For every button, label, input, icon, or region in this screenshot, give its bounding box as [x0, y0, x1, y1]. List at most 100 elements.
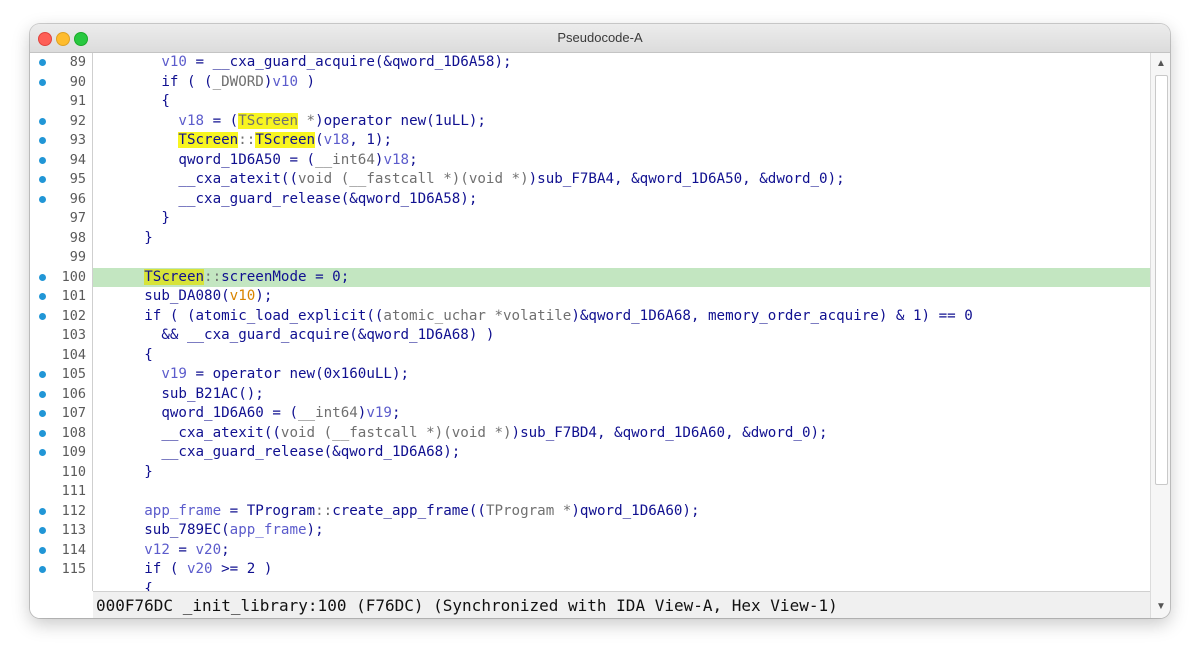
gutter-line[interactable]: 89 [30, 53, 92, 73]
code-token[interactable]: __int64 [298, 405, 358, 421]
code-token[interactable]: v19 [366, 405, 392, 421]
code-token[interactable]: ( [315, 132, 324, 148]
gutter-line[interactable]: 104 [30, 346, 92, 366]
gutter-line[interactable]: 96 [30, 190, 92, 210]
code-token[interactable] [93, 366, 161, 382]
code-token[interactable]: __cxa_atexit(( [93, 425, 281, 441]
gutter-line[interactable]: 103 [30, 326, 92, 346]
gutter-line[interactable]: 98 [30, 229, 92, 249]
code-line[interactable]: if ( (atomic_load_explicit((atomic_uchar… [93, 307, 1150, 327]
code-line[interactable]: { [93, 580, 1150, 592]
breakpoint-dot-icon[interactable] [39, 449, 46, 456]
gutter-line[interactable]: 94 [30, 151, 92, 171]
code-line[interactable]: } [93, 229, 1150, 249]
code-token[interactable]: , 1); [349, 132, 392, 148]
breakpoint-dot-icon[interactable] [39, 312, 46, 320]
breakpoint-dot-icon[interactable] [39, 390, 46, 398]
vertical-scrollbar[interactable]: ▲ ▼ [1150, 53, 1170, 618]
pseudocode-editor[interactable]: v10 = __cxa_guard_acquire(&qword_1D6A58)… [93, 53, 1150, 591]
gutter-line[interactable]: 105 [30, 365, 92, 385]
code-token[interactable]: v18 [178, 113, 204, 129]
code-token[interactable]: app_frame [144, 503, 221, 519]
code-token[interactable]: = __cxa_guard_acquire(&qword_1D6A58); [187, 54, 512, 70]
code-token[interactable] [93, 542, 144, 558]
code-token[interactable]: } [93, 230, 153, 246]
code-token[interactable]: void (__fastcall *)(void *) [281, 425, 512, 441]
gutter-line[interactable]: 99 [30, 248, 92, 268]
code-line[interactable]: } [93, 463, 1150, 483]
code-token[interactable]: )qword_1D6A60); [571, 503, 699, 519]
code-line[interactable] [93, 482, 1150, 502]
code-token[interactable]: ); [255, 288, 272, 304]
code-line[interactable]: __cxa_atexit((void (__fastcall *)(void *… [93, 170, 1150, 190]
code-token[interactable]: qword_1D6A60 = ( [93, 405, 298, 421]
scrollbar-thumb[interactable] [1155, 75, 1168, 485]
breakpoint-dot-icon[interactable] [39, 410, 46, 417]
code-token[interactable]: ; [409, 152, 418, 168]
code-token[interactable]: :: [204, 269, 221, 285]
gutter-line[interactable]: 93 [30, 131, 92, 151]
code-token[interactable]: v18 [324, 132, 350, 148]
breakpoint-dot-icon[interactable] [39, 176, 46, 183]
code-line[interactable]: } [93, 209, 1150, 229]
code-line[interactable] [93, 248, 1150, 268]
code-token[interactable]: v20 [196, 542, 222, 558]
code-token[interactable] [93, 269, 144, 285]
code-token[interactable]: if ( ( [93, 74, 212, 90]
breakpoint-dot-icon[interactable] [39, 117, 46, 125]
code-token[interactable]: v18 [383, 152, 409, 168]
gutter-line[interactable]: 108 [30, 424, 92, 444]
breakpoint-dot-icon[interactable] [39, 429, 46, 437]
code-token[interactable]: TScreen [255, 132, 316, 148]
code-token[interactable]: __cxa_guard_release(&qword_1D6A68); [93, 444, 460, 460]
code-token[interactable]: v10 [272, 74, 298, 90]
code-line[interactable]: qword_1D6A50 = (__int64)v18; [93, 151, 1150, 171]
code-token[interactable]: && __cxa_guard_acquire(&qword_1D6A68) ) [93, 327, 494, 343]
breakpoint-dot-icon[interactable] [39, 527, 46, 534]
code-token[interactable]: __int64 [315, 152, 375, 168]
gutter-line[interactable]: 102 [30, 307, 92, 327]
code-token[interactable]: TScreen [144, 268, 205, 285]
code-token[interactable]: create_app_frame(( [332, 503, 486, 519]
scroll-down-arrow-icon[interactable]: ▼ [1151, 598, 1170, 616]
breakpoint-dot-icon[interactable] [39, 137, 46, 144]
gutter-line[interactable]: 92 [30, 112, 92, 132]
code-line[interactable]: __cxa_atexit((void (__fastcall *)(void *… [93, 424, 1150, 444]
code-line[interactable]: && __cxa_guard_acquire(&qword_1D6A68) ) [93, 326, 1150, 346]
breakpoint-dot-icon[interactable] [39, 371, 46, 378]
code-token[interactable]: __cxa_guard_release(&qword_1D6A58); [93, 191, 477, 207]
code-token[interactable]: ; [392, 405, 401, 421]
code-token[interactable] [93, 132, 178, 148]
breakpoint-dot-icon[interactable] [39, 156, 46, 164]
code-token[interactable]: screenMode = 0; [221, 269, 349, 285]
code-token[interactable]: TScreen [178, 132, 239, 148]
breakpoint-dot-icon[interactable] [39, 195, 46, 203]
code-token[interactable]: sub_789EC( [93, 522, 229, 538]
code-token[interactable]: v10 [230, 288, 256, 304]
code-line[interactable]: __cxa_guard_release(&qword_1D6A58); [93, 190, 1150, 210]
gutter-line[interactable]: 110 [30, 463, 92, 483]
code-token[interactable]: >= 2 ) [213, 561, 272, 577]
code-token[interactable]: = ( [204, 113, 239, 129]
code-token[interactable]: atomic_uchar *volatile [383, 308, 571, 324]
code-token[interactable]: )sub_F7BA4, &qword_1D6A50, &dword_0); [529, 171, 845, 187]
code-token[interactable]: sub_B21AC(); [93, 386, 264, 402]
code-token[interactable]: * [298, 113, 316, 129]
code-token[interactable]: = TProgram [221, 503, 315, 519]
breakpoint-dot-icon[interactable] [39, 546, 46, 554]
gutter-line[interactable]: 91 [30, 92, 92, 112]
gutter-line[interactable]: 100 [30, 268, 92, 288]
code-token[interactable]: )&qword_1D6A68, memory_order_acquire) & … [571, 308, 972, 324]
code-line[interactable]: app_frame = TProgram::create_app_frame((… [93, 502, 1150, 522]
code-token[interactable]: TProgram * [486, 503, 571, 519]
code-token[interactable]: = operator new(0x160uLL); [187, 366, 410, 382]
gutter-line[interactable]: 107 [30, 404, 92, 424]
breakpoint-dot-icon[interactable] [39, 78, 46, 86]
breakpoint-dot-icon[interactable] [39, 293, 46, 300]
code-line-current[interactable]: TScreen::screenMode = 0; [93, 267, 1150, 287]
code-token[interactable]: if ( [93, 561, 187, 577]
code-line[interactable]: sub_B21AC(); [93, 385, 1150, 405]
code-token[interactable]: { [93, 93, 170, 109]
code-token[interactable]: __cxa_atexit(( [93, 171, 298, 187]
code-line[interactable]: TScreen::TScreen(v18, 1); [93, 131, 1150, 151]
